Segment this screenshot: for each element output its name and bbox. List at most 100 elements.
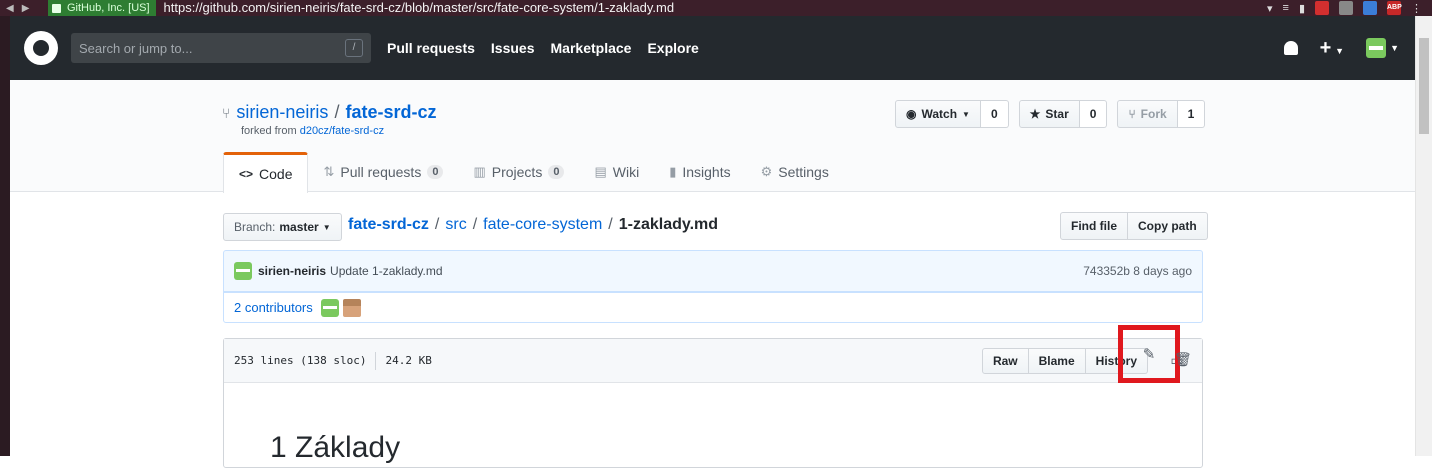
bookmark-icon[interactable]: ▮ — [1299, 2, 1305, 15]
window-edge — [0, 16, 10, 456]
tab-projects[interactable]: ▥ Projects 0 — [458, 152, 579, 192]
breadcrumb-folder[interactable]: fate-core-system — [483, 216, 602, 234]
reader-icon[interactable]: ≡ — [1283, 2, 1289, 14]
star-label: Star — [1045, 107, 1069, 121]
gear-icon: ⚙ — [760, 164, 773, 179]
repo-forked-icon: ⑂ — [222, 104, 231, 121]
edit-file-button[interactable]: ✎ — [1118, 325, 1180, 383]
browser-toolbar: ◀ ▶ GitHub, Inc. [US] https://github.com… — [0, 0, 1432, 16]
back-icon[interactable]: ◀ — [6, 3, 14, 14]
adblock-icon[interactable]: ABP — [1387, 1, 1402, 15]
fork-source-link[interactable]: d20cz/fate-srd-cz — [300, 125, 384, 137]
tab-code[interactable]: <> Code — [223, 152, 309, 193]
breadcrumb-separator: / — [472, 216, 478, 233]
commit-tease: sirien-neiris Update 1-zaklady.md 743352… — [223, 250, 1203, 292]
nav-marketplace[interactable]: Marketplace — [551, 40, 632, 56]
github-header: Search or jump to... / Pull requests Iss… — [10, 16, 1415, 80]
browser-actions: ▾ ≡ ▮ ABP ⋮ — [1267, 1, 1432, 15]
scrollbar-thumb[interactable] — [1419, 38, 1429, 134]
tab-insights[interactable]: ▮ Insights — [654, 152, 745, 192]
chevron-down-icon: ▼ — [962, 109, 970, 119]
tab-count: 0 — [548, 165, 565, 179]
search-shortcut-hint: / — [345, 39, 363, 57]
header-nav: Pull requests Issues Marketplace Explore — [387, 40, 699, 56]
nav-issues[interactable]: Issues — [491, 40, 535, 56]
tab-pull-requests[interactable]: ⇅ Pull requests 0 — [308, 152, 458, 192]
avatar[interactable] — [234, 262, 252, 280]
secure-label: GitHub, Inc. [US] — [67, 2, 150, 14]
watch-button[interactable]: ◉ Watch ▼ — [895, 100, 981, 128]
user-menu[interactable]: ▼ — [1366, 38, 1399, 58]
breadcrumb-repo[interactable]: fate-srd-cz — [348, 216, 429, 234]
graph-icon: ▮ — [669, 164, 677, 179]
scrollbar[interactable] — [1415, 16, 1432, 456]
nav-explore[interactable]: Explore — [647, 40, 698, 56]
tab-label: Insights — [682, 164, 731, 180]
raw-button[interactable]: Raw — [981, 347, 1029, 374]
file-nav-actions: Find file Copy path — [1060, 212, 1208, 240]
forward-icon[interactable]: ▶ — [22, 3, 30, 14]
trash-icon[interactable]: 🗑 — [1174, 351, 1192, 368]
extension-icon[interactable] — [1363, 1, 1377, 15]
repo-tabs: <> Code ⇅ Pull requests 0 ▥ Projects 0 ▤… — [223, 152, 844, 193]
file-header: 253 lines (138 sloc) 24.2 KB Raw Blame H… — [224, 339, 1202, 383]
breadcrumb-separator: / — [434, 216, 440, 233]
secure-badge[interactable]: GitHub, Inc. [US] — [48, 0, 156, 16]
menu-icon[interactable]: ⋮ — [1411, 2, 1422, 15]
commit-age: 8 days ago — [1133, 264, 1192, 278]
search-placeholder: Search or jump to... — [79, 40, 193, 56]
github-logo-icon[interactable] — [24, 31, 58, 65]
nav-pull-requests[interactable]: Pull requests — [387, 40, 475, 56]
notifications-bell-icon[interactable] — [1283, 41, 1298, 55]
browser-nav: ◀ ▶ — [0, 3, 48, 14]
star-icon: ★ — [1029, 107, 1041, 121]
commit-author-link[interactable]: sirien-neiris — [258, 264, 326, 278]
tab-settings[interactable]: ⚙ Settings — [746, 152, 844, 192]
breadcrumb-src[interactable]: src — [445, 216, 466, 234]
watch-count[interactable]: 0 — [980, 100, 1009, 128]
chevron-down-icon: ▼ — [1335, 45, 1345, 56]
file-lines: 253 lines (138 sloc) — [234, 354, 367, 367]
commit-sha-link[interactable]: 743352b — [1083, 264, 1130, 278]
repo-counters: ◉ Watch ▼ 0 ★ Star 0 ⑂ Fork 1 — [895, 100, 1206, 128]
breadcrumb-file: 1-zaklady.md — [618, 216, 719, 233]
tab-label: Settings — [778, 164, 829, 180]
fork-label: Fork — [1140, 107, 1167, 121]
tab-label: Wiki — [612, 164, 640, 180]
star-button[interactable]: ★ Star — [1018, 100, 1080, 128]
avatar[interactable] — [320, 298, 339, 317]
contributors-link[interactable]: 2 contributors — [234, 300, 313, 315]
eye-icon: ◉ — [906, 107, 917, 121]
repo-header: ⑂ sirien-neiris / fate-srd-cz forked fro… — [10, 80, 1415, 193]
plus-icon: + — [1319, 36, 1332, 59]
lock-icon — [52, 3, 61, 13]
tab-label: Pull requests — [340, 164, 422, 180]
fork-count[interactable]: 1 — [1177, 100, 1206, 128]
address-bar[interactable]: https://github.com/sirien-neiris/fate-sr… — [156, 0, 1267, 16]
pocket-icon[interactable] — [1315, 1, 1329, 15]
create-new-button[interactable]: + ▼ — [1320, 37, 1345, 60]
find-file-button[interactable]: Find file — [1060, 212, 1128, 240]
repo-owner-link[interactable]: sirien-neiris — [236, 102, 328, 123]
chevron-down-icon: ▼ — [1390, 43, 1399, 53]
avatar[interactable] — [342, 298, 361, 317]
repo-name-link[interactable]: fate-srd-cz — [345, 102, 436, 123]
copy-path-button[interactable]: Copy path — [1128, 212, 1208, 240]
branch-select-button[interactable]: Branch: master ▼ — [223, 213, 342, 241]
star-group: ★ Star 0 — [1018, 100, 1108, 128]
fork-button[interactable]: ⑂ Fork — [1117, 100, 1178, 128]
header-actions: + ▼ ▼ — [1283, 37, 1399, 60]
breadcrumb-separator: / — [608, 216, 613, 233]
pull-request-icon: ⇅ — [323, 164, 335, 179]
pencil-icon: ✎ — [1142, 346, 1156, 363]
tab-wiki[interactable]: ▤ Wiki — [579, 152, 654, 192]
commit-message-link[interactable]: Update 1-zaklady.md — [330, 264, 443, 278]
dropdown-icon[interactable]: ▾ — [1267, 2, 1273, 15]
breadcrumb: fate-srd-cz / src / fate-core-system / 1… — [348, 216, 718, 234]
watch-group: ◉ Watch ▼ 0 — [895, 100, 1009, 128]
star-count[interactable]: 0 — [1079, 100, 1108, 128]
camera-icon[interactable] — [1339, 1, 1353, 15]
blame-button[interactable]: Blame — [1028, 347, 1086, 374]
search-input[interactable]: Search or jump to... / — [71, 33, 371, 63]
forked-prefix: forked from — [241, 125, 297, 137]
